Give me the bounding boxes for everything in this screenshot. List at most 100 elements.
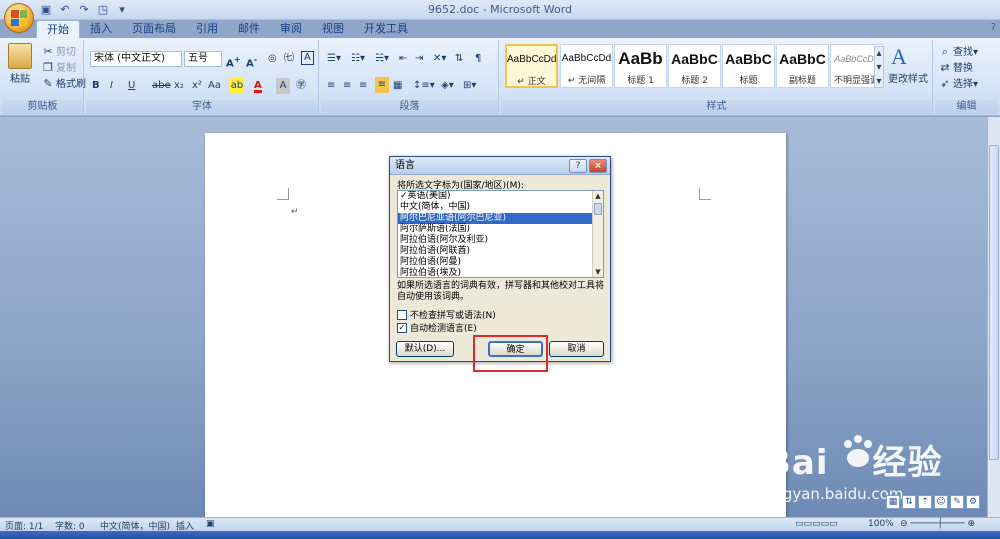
font-color-button[interactable]: A xyxy=(254,78,262,93)
highlight-icon[interactable]: ab xyxy=(230,78,244,94)
phonetic-guide-icon[interactable]: ㈦ xyxy=(284,51,294,67)
tool-icon-4[interactable]: ☺ xyxy=(934,495,948,509)
format-painter-button[interactable]: ✎ 格式刷 xyxy=(40,76,86,92)
show-marks-icon[interactable]: ¶ xyxy=(475,51,481,67)
increase-indent-icon[interactable]: ⇥ xyxy=(415,51,423,67)
scroll-up-icon[interactable]: ▲ xyxy=(593,191,603,201)
ribbon: 粘贴 ✂ 剪切 ❐ 复制 ✎ 格式刷 剪贴板 宋体 (中文正文) 五号 A+ A- ◎… xyxy=(0,38,1000,116)
taskbar xyxy=(0,531,1000,539)
sort-icon[interactable]: ⇅ xyxy=(455,51,463,67)
paste-icon[interactable] xyxy=(8,43,32,69)
cancel-button[interactable]: 取消 xyxy=(549,341,604,357)
list-item[interactable]: 中文(简体，中国) xyxy=(398,202,603,213)
tab-mailings[interactable]: 邮件 xyxy=(228,20,270,38)
font-size-select[interactable]: 五号 xyxy=(184,51,222,67)
language-listbox[interactable]: ✓英语(美国) 中文(简体，中国) 阿尔巴尼亚语(阿尔巴尼亚) 阿尔萨斯语(法国… xyxy=(397,190,604,278)
select-button[interactable]: ➶ 选择▾ xyxy=(937,76,978,92)
underline-button[interactable]: U xyxy=(128,78,135,94)
change-styles-icon[interactable]: A xyxy=(891,44,907,70)
style-subtitle[interactable]: AaBbC 副标题 xyxy=(776,44,829,88)
cut-button[interactable]: ✂ 剪切 xyxy=(40,44,76,60)
listbox-scrollbar[interactable]: ▲ ▼ xyxy=(592,191,603,277)
tab-references[interactable]: 引用 xyxy=(186,20,228,38)
chinese-layout-icon[interactable]: ✕▾ xyxy=(433,51,446,67)
distribute-icon[interactable]: ▦ xyxy=(393,78,402,94)
strikethrough-button[interactable]: abe xyxy=(152,78,171,94)
bold-button[interactable]: B xyxy=(92,78,100,94)
char-shading-icon[interactable]: A xyxy=(276,78,290,94)
decrease-indent-icon[interactable]: ⇤ xyxy=(399,51,407,67)
list-item[interactable]: 阿拉伯语(阿尔及利亚) xyxy=(398,235,603,246)
shading-icon[interactable]: ◈▾ xyxy=(441,78,454,94)
office-button[interactable] xyxy=(4,3,34,33)
align-right-icon[interactable]: ≡ xyxy=(359,78,367,94)
italic-button[interactable]: I xyxy=(110,78,113,94)
list-item[interactable]: 阿拉伯语(阿联酋) xyxy=(398,246,603,257)
shrink-font-button[interactable]: A- xyxy=(246,51,257,69)
numbering-icon[interactable]: ☷▾ xyxy=(351,51,365,67)
tool-icon-5[interactable]: ✎ xyxy=(950,495,964,509)
tool-icon-1[interactable]: ▦ xyxy=(886,495,900,509)
tool-icon-2[interactable]: ⇅ xyxy=(902,495,916,509)
subscript-button[interactable]: x₂ xyxy=(174,78,184,94)
style-heading-2[interactable]: AaBbC 标题 2 xyxy=(668,44,721,88)
listbox-scroll-thumb[interactable] xyxy=(594,203,602,215)
borders-icon[interactable]: ⊞▾ xyxy=(463,78,476,94)
styles-scroll-icon[interactable]: ▴ ▾ ▾ xyxy=(874,46,884,88)
tab-view[interactable]: 视图 xyxy=(312,20,354,38)
checkbox-unchecked[interactable] xyxy=(397,309,407,320)
copy-button[interactable]: ❐ 复制 xyxy=(40,60,76,76)
list-item[interactable]: 阿尔萨斯语(法国) xyxy=(398,224,603,235)
list-item[interactable]: 阿拉伯语(埃及) xyxy=(398,268,603,277)
help-icon[interactable]: ? xyxy=(991,22,996,33)
view-buttons-icon[interactable]: ▭▭▭▭▭ xyxy=(795,519,838,529)
checkmark-icon[interactable]: ✓ xyxy=(397,322,407,333)
margin-corner-top-left xyxy=(277,188,289,200)
replace-button[interactable]: ⇄ 替换 xyxy=(937,60,973,76)
list-item[interactable]: ✓英语(美国) xyxy=(398,191,603,202)
tab-home[interactable]: 开始 xyxy=(36,20,80,38)
find-button[interactable]: ⌕ 查找▾ xyxy=(937,44,978,60)
align-left-icon[interactable]: ≡ xyxy=(327,78,335,94)
paste-button[interactable]: 粘贴 xyxy=(10,72,30,88)
enclose-char-icon[interactable]: ㊫ xyxy=(296,78,306,94)
replace-icon: ⇄ xyxy=(940,61,950,74)
list-item[interactable]: 阿拉伯语(阿曼) xyxy=(398,257,603,268)
change-case-button[interactable]: Aa xyxy=(208,78,221,94)
align-center-icon[interactable]: ≡ xyxy=(343,78,351,94)
default-button[interactable]: 默认(D)... xyxy=(396,341,454,357)
change-styles-button[interactable]: 更改样式 xyxy=(888,72,928,88)
zoom-level[interactable]: 100% xyxy=(868,519,894,529)
tab-insert[interactable]: 插入 xyxy=(80,20,122,38)
zoom-slider[interactable]: ⊖ ─────┼──── ⊕ xyxy=(900,519,975,529)
style-normal[interactable]: AaBbCcDd ↵ 正文 xyxy=(505,44,558,88)
style-title[interactable]: AaBbC 标题 xyxy=(722,44,775,88)
tab-developer[interactable]: 开发工具 xyxy=(354,20,418,38)
style-heading-1[interactable]: AaBb 标题 1 xyxy=(614,44,667,88)
tab-review[interactable]: 审阅 xyxy=(270,20,312,38)
style-no-spacing[interactable]: AaBbCcDd ↵ 无间隔 xyxy=(560,44,613,88)
superscript-button[interactable]: x² xyxy=(192,78,202,94)
grow-font-button[interactable]: A+ xyxy=(226,51,241,69)
justify-icon[interactable]: ≡ xyxy=(375,77,389,93)
tool-icon-3[interactable]: ⇡ xyxy=(918,495,932,509)
clear-format-icon[interactable]: ◎ xyxy=(268,51,277,67)
paragraph-group: ☰▾ ☷▾ ☵▾ ⇤ ⇥ ✕▾ ⇅ ¶ ≡ ≡ ≡ ≡ ▦ ↕≡▾ ◈▾ ⊞▾ … xyxy=(321,40,499,114)
multilevel-list-icon[interactable]: ☵▾ xyxy=(375,51,389,67)
styles-group-label: 样式 xyxy=(501,100,932,114)
no-spellcheck-checkbox[interactable]: 不检查拼写或语法(N) xyxy=(397,308,496,321)
auto-detect-checkbox[interactable]: ✓ 自动检测语言(E) xyxy=(397,321,477,334)
tool-icon-6[interactable]: ⚙ xyxy=(966,495,980,509)
brush-icon: ✎ xyxy=(43,77,53,90)
scroll-down-icon[interactable]: ▼ xyxy=(593,267,603,277)
char-border-button[interactable]: A xyxy=(301,51,314,65)
font-name-select[interactable]: 宋体 (中文正文) xyxy=(90,51,182,67)
dialog-help-button[interactable]: ? xyxy=(569,159,587,173)
line-spacing-icon[interactable]: ↕≡▾ xyxy=(413,78,435,94)
bullets-icon[interactable]: ☰▾ xyxy=(327,51,341,67)
dialog-close-button[interactable]: × xyxy=(589,159,607,173)
tab-page-layout[interactable]: 页面布局 xyxy=(122,20,186,38)
list-item[interactable]: 阿尔巴尼亚语(阿尔巴尼亚) xyxy=(398,212,603,225)
macro-record-icon[interactable]: ▣ xyxy=(206,519,215,529)
scrollbar-thumb[interactable] xyxy=(989,145,999,460)
